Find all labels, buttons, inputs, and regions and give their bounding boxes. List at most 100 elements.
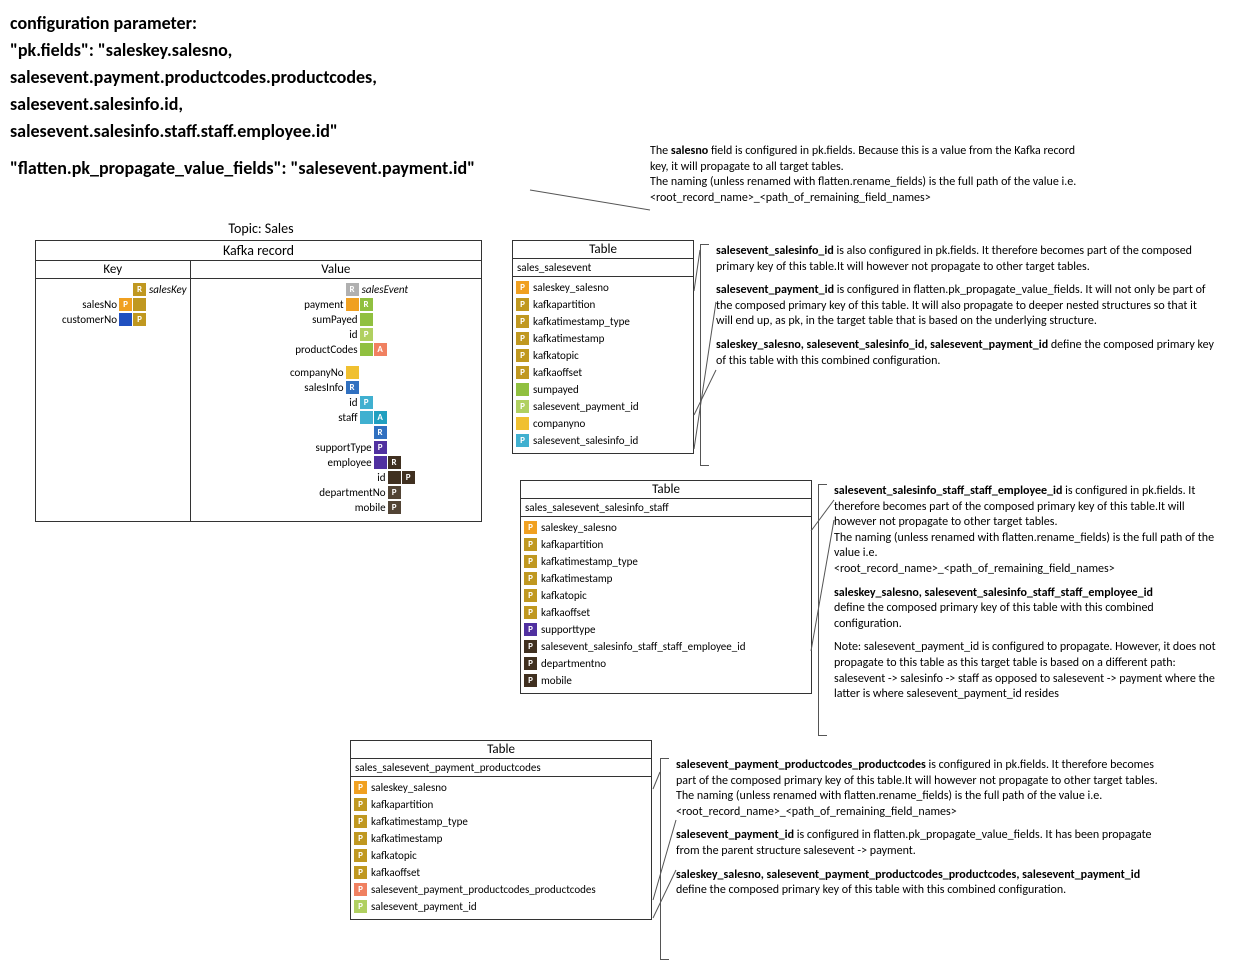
badge-a: A (374, 343, 387, 356)
badge-p: P (516, 281, 529, 294)
badge-p: P (516, 315, 529, 328)
badge-a: A (374, 411, 387, 424)
badge-p: P (516, 400, 529, 413)
badge-p: P (133, 313, 146, 326)
key-col-title: Key (36, 261, 190, 279)
badge-p: P (524, 640, 537, 653)
value-field: salesInfo (194, 381, 346, 394)
value-field: payment (194, 298, 346, 311)
col: salesevent_payment_id (530, 400, 639, 413)
col: companyno (530, 417, 585, 430)
badge-p: P (388, 501, 401, 514)
badge-p: P (402, 471, 415, 484)
cfg-line: "pk.fields": "saleskey.salesno, (10, 37, 1237, 64)
badge-p: P (374, 441, 387, 454)
record-icon: R (374, 426, 387, 439)
badge-p: P (354, 832, 367, 845)
value-field: departmentNo (194, 486, 388, 499)
col: salesevent_salesinfo_id (530, 434, 638, 447)
color-badge (346, 298, 359, 311)
col: kafkatopic (538, 589, 587, 602)
value-field: staff (194, 411, 360, 424)
badge-p: P (354, 815, 367, 828)
record-icon: R (346, 283, 359, 296)
badge-p: P (516, 298, 529, 311)
key-field: customerNo (39, 313, 119, 326)
badge-p: P (119, 298, 132, 311)
cfg-line: salesevent.salesinfo.staff.staff.employe… (10, 118, 1237, 145)
color-badge (516, 383, 529, 396)
badge-p: P (516, 332, 529, 345)
key-field: salesNo (39, 298, 119, 311)
cfg-line: configuration parameter: (10, 10, 1237, 37)
color-badge (516, 417, 529, 430)
note-table1: salesevent_salesinfo_id is also configur… (716, 244, 1216, 369)
badge-p: P (354, 883, 367, 896)
badge-p: P (360, 396, 373, 409)
key-root: salesKey (147, 283, 187, 296)
col: salesevent_salesinfo_staff_staff_employe… (538, 640, 746, 653)
record-icon: R (346, 381, 359, 394)
badge-p: P (524, 623, 537, 636)
badge-p: P (516, 434, 529, 447)
col: saleskey_salesno (368, 781, 447, 794)
col: kafkapartition (530, 298, 595, 311)
col: kafkapartition (368, 798, 433, 811)
record-icon: R (388, 456, 401, 469)
col: kafkatimestamp_type (538, 555, 638, 568)
color-badge (346, 366, 359, 379)
table-name: sales_salesevent_payment_productcodes (351, 759, 651, 777)
col: sumpayed (530, 383, 579, 396)
table-title: Table (351, 741, 651, 759)
badge-p: P (354, 866, 367, 879)
col: kafkatimestamp_type (368, 815, 468, 828)
value-field: mobile (194, 501, 388, 514)
badge-p: P (388, 486, 401, 499)
cfg-line: salesevent.salesinfo.id, (10, 91, 1237, 118)
col: supporttype (538, 623, 595, 636)
col: kafkatimestamp_type (530, 315, 630, 328)
badge-p: P (524, 521, 537, 534)
table-payment-productcodes: Table sales_salesevent_payment_productco… (350, 740, 652, 920)
badge-p: P (524, 555, 537, 568)
col: salesevent_payment_id (368, 900, 477, 913)
bracket-icon (700, 244, 709, 466)
value-field: id (194, 396, 360, 409)
col: salesevent_payment_productcodes_productc… (368, 883, 596, 896)
col: mobile (538, 674, 572, 687)
badge-p: P (524, 674, 537, 687)
color-badge (388, 471, 401, 484)
value-field: id (194, 328, 360, 341)
table-name: sales_salesevent_salesinfo_staff (521, 499, 811, 517)
col: kafkatimestamp (538, 572, 612, 585)
value-field: productCodes (194, 343, 360, 356)
badge-p: P (354, 900, 367, 913)
col: kafkaoffset (538, 606, 590, 619)
col: kafkapartition (538, 538, 603, 551)
record-icon: R (133, 283, 146, 296)
table-title: Table (513, 241, 693, 259)
col: saleskey_salesno (530, 281, 609, 294)
badge-p: P (524, 589, 537, 602)
note-table3: salesevent_payment_productcodes_productc… (676, 758, 1176, 899)
kafka-record-box: Kafka record Key RsalesKey salesNoP cust… (35, 240, 482, 522)
value-field: supportType (194, 441, 374, 454)
col: kafkaoffset (530, 366, 582, 379)
col: departmentno (538, 657, 606, 670)
badge-p: P (516, 366, 529, 379)
col: saleskey_salesno (538, 521, 617, 534)
color-badge (119, 313, 132, 326)
col: kafkatopic (530, 349, 579, 362)
badge-p: P (354, 798, 367, 811)
badge-p: P (360, 328, 373, 341)
color-badge (374, 456, 387, 469)
value-root: salesEvent (360, 283, 409, 296)
badge-p: P (516, 349, 529, 362)
col: kafkaoffset (368, 866, 420, 879)
note-salesno: The salesno field is configured in pk.fi… (650, 144, 1080, 206)
note-table2: salesevent_salesinfo_staff_staff_employe… (834, 484, 1224, 703)
color-badge (133, 298, 146, 311)
value-field: id (194, 471, 388, 484)
cfg-line: salesevent.payment.productcodes.productc… (10, 64, 1237, 91)
color-badge (360, 343, 373, 356)
